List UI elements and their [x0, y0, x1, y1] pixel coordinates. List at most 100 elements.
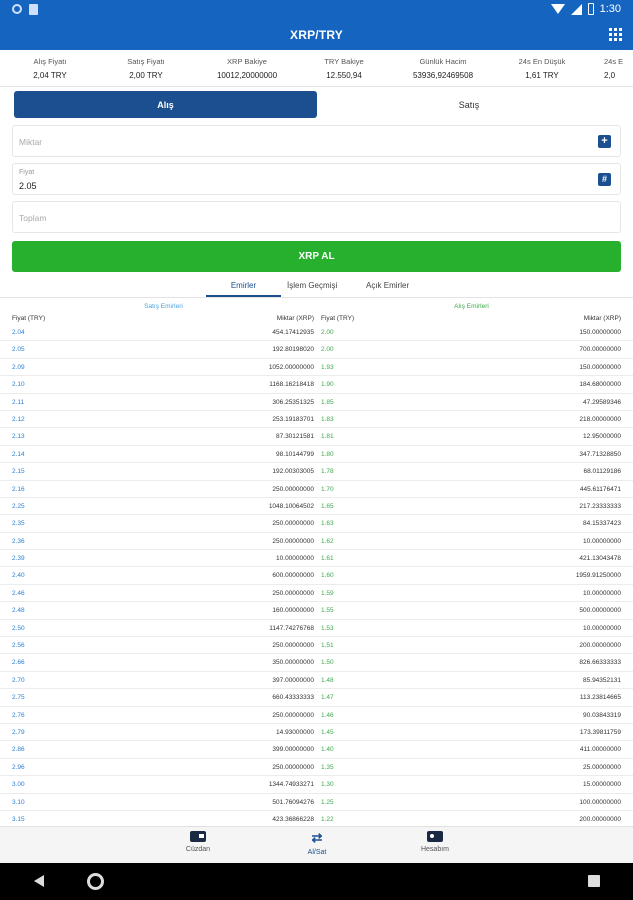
order-row[interactable]: 2.40 600.00000000 1.60 1959.91250000	[0, 567, 633, 585]
order-row[interactable]: 2.46 250.00000000 1.59 10.00000000	[0, 585, 633, 603]
sell-amount: 87.30121581	[276, 433, 314, 441]
total-placeholder: Toplam	[19, 213, 47, 223]
plus-icon[interactable]: +	[598, 135, 611, 148]
tab-trade-history[interactable]: İşlem Geçmişi	[287, 281, 337, 290]
order-row[interactable]: 2.05 192.80198020 2.00 700.00000000	[0, 341, 633, 359]
buy-price: 1.40	[321, 746, 334, 754]
order-row[interactable]: 2.04 454.17412935 2.00 150.00000000	[0, 324, 633, 342]
sell-price: 2.75	[12, 694, 25, 702]
hash-icon[interactable]: #	[598, 173, 611, 186]
buy-amount: 173.39811759	[579, 728, 621, 736]
back-icon[interactable]	[34, 875, 44, 887]
nav-wallet[interactable]: Cüzdan	[158, 831, 238, 853]
sell-price: 2.70	[12, 676, 25, 684]
buy-amount: 25.00000000	[583, 763, 621, 771]
bottom-nav: Cüzdan ⇄ Al/Sat Hesabım	[0, 826, 633, 863]
stat-ask: Satış Fiyatı 2,00 TRY	[98, 57, 194, 80]
grid-icon[interactable]	[609, 28, 622, 41]
stat-try-balance: TRY Bakiye 12.550,94	[296, 57, 392, 80]
nav-account[interactable]: Hesabım	[395, 831, 475, 853]
stat-value: 1,61 TRY	[525, 71, 559, 80]
order-row[interactable]: 2.13 87.30121581 1.81 12.95000000	[0, 428, 633, 446]
sell-price: 2.76	[12, 711, 25, 719]
price-field[interactable]: Fiyat 2.05 #	[12, 163, 621, 195]
buy-price: 1.65	[321, 502, 334, 510]
buy-price: 1.59	[321, 589, 334, 597]
buy-price: 2.00	[321, 346, 334, 354]
tab-open-orders[interactable]: Açık Emirler	[366, 281, 409, 290]
stat-value: 53936,92469508	[412, 71, 474, 80]
buy-price: 1.25	[321, 798, 334, 806]
sell-amount: 423.36866228	[272, 815, 314, 823]
sell-price: 2.36	[12, 537, 25, 545]
system-nav-bar	[0, 863, 633, 900]
sell-amount: 250.00000000	[272, 642, 314, 650]
stat-bid: Alış Fiyatı 2,04 TRY	[2, 57, 98, 80]
order-row[interactable]: 2.39 10.00000000 1.61 421.13043478	[0, 550, 633, 568]
order-row[interactable]: 2.96 250.00000000 1.35 25.00000000	[0, 759, 633, 777]
order-row[interactable]: 2.36 250.00000000 1.62 10.00000000	[0, 533, 633, 551]
signal-icon	[570, 3, 582, 15]
sell-amount: 250.00000000	[272, 520, 314, 528]
sell-amount: 501.76094276	[272, 798, 314, 806]
order-row[interactable]: 2.70 397.00000000 1.48 85.94352131	[0, 672, 633, 690]
order-row[interactable]: 3.00 1344.74933271 1.30 15.00000000	[0, 776, 633, 794]
market-stats: Alış Fiyatı 2,04 TRY Satış Fiyatı 2,00 T…	[0, 52, 633, 86]
buy-price: 1.93	[321, 363, 334, 371]
order-row[interactable]: 2.12 253.19183701 1.83 218.00000000	[0, 411, 633, 429]
order-row[interactable]: 2.48 160.00000000 1.55 500.00000000	[0, 602, 633, 620]
tab-sell[interactable]: Satış	[320, 91, 618, 118]
sell-amount: 14.93000000	[276, 728, 314, 736]
buy-amount: 68.01129186	[583, 468, 621, 476]
order-row[interactable]: 2.15 192.00303005 1.78 68.01129186	[0, 463, 633, 481]
price-label: Fiyat	[19, 169, 35, 176]
buy-amount: 90.03843319	[583, 711, 621, 719]
buy-amount: 421.13043478	[579, 555, 621, 563]
buy-amount: 10.00000000	[583, 589, 621, 597]
amount-field[interactable]: Miktar +	[12, 125, 621, 157]
order-row[interactable]: 2.35 250.00000000 1.63 84.15337423	[0, 515, 633, 533]
order-row[interactable]: 2.09 1052.00000000 1.93 150.00000000	[0, 359, 633, 377]
order-row[interactable]: 2.14 98.10144799 1.80 347.71328850	[0, 446, 633, 464]
recents-icon[interactable]	[588, 875, 600, 887]
sell-price-header: Fiyat (TRY)	[12, 315, 46, 322]
price-value[interactable]: 2.05	[19, 181, 37, 191]
sell-amount: 1168.16218418	[269, 381, 314, 389]
order-row[interactable]: 2.50 1147.74276768 1.53 10.00000000	[0, 620, 633, 638]
order-row[interactable]: 2.10 1168.16218418 1.90 184.68000000	[0, 376, 633, 394]
buy-amount: 184.68000000	[579, 381, 621, 389]
battery-icon	[587, 3, 594, 15]
stat-label: Günlük Hacim	[419, 57, 467, 66]
sell-amount: 160.00000000	[272, 607, 314, 615]
total-field[interactable]: Toplam	[12, 201, 621, 233]
sell-amount: 660.43333333	[272, 694, 314, 702]
order-row[interactable]: 2.11 306.25351325 1.85 47.29589346	[0, 394, 633, 411]
tab-buy[interactable]: Alış	[14, 91, 317, 118]
stat-value: 10012,20000000	[216, 71, 278, 80]
order-row[interactable]: 2.56 250.00000000 1.51 200.00000000	[0, 637, 633, 655]
sell-price: 2.25	[12, 502, 25, 510]
sell-price: 2.50	[12, 624, 25, 632]
order-row[interactable]: 2.79 14.93000000 1.45 173.39811759	[0, 724, 633, 742]
home-icon[interactable]	[87, 873, 104, 890]
order-row[interactable]: 2.25 1048.10064502 1.65 217.23333333	[0, 498, 633, 516]
buy-amount: 84.15337423	[583, 520, 621, 528]
page-title: XRP/TRY	[290, 28, 343, 42]
buy-price: 1.35	[321, 763, 334, 771]
order-row[interactable]: 2.76 250.00000000 1.46 90.03843319	[0, 707, 633, 724]
nav-trade[interactable]: ⇄ Al/Sat	[277, 831, 357, 857]
order-row[interactable]: 2.86 399.00000000 1.40 411.00000000	[0, 741, 633, 759]
order-row[interactable]: 2.75 660.43333333 1.47 113.23814665	[0, 689, 633, 707]
order-row[interactable]: 3.10 501.76094276 1.25 100.00000000	[0, 794, 633, 811]
buy-amount: 10.00000000	[583, 624, 621, 632]
buy-orders-title: Alış Emirleri	[454, 303, 489, 310]
buy-price: 1.81	[321, 433, 334, 441]
sell-amount: 250.00000000	[272, 763, 314, 771]
tab-orders[interactable]: Emirler	[206, 281, 281, 290]
sell-price: 2.46	[12, 589, 25, 597]
buy-amount: 1959.91250000	[575, 572, 621, 580]
sell-amount: 250.00000000	[272, 711, 314, 719]
order-row[interactable]: 2.16 250.00000000 1.70 445.61176471	[0, 481, 633, 498]
buy-xrp-button[interactable]: XRP AL	[12, 241, 621, 272]
order-row[interactable]: 2.66 350.00000000 1.50 826.66333333	[0, 654, 633, 672]
